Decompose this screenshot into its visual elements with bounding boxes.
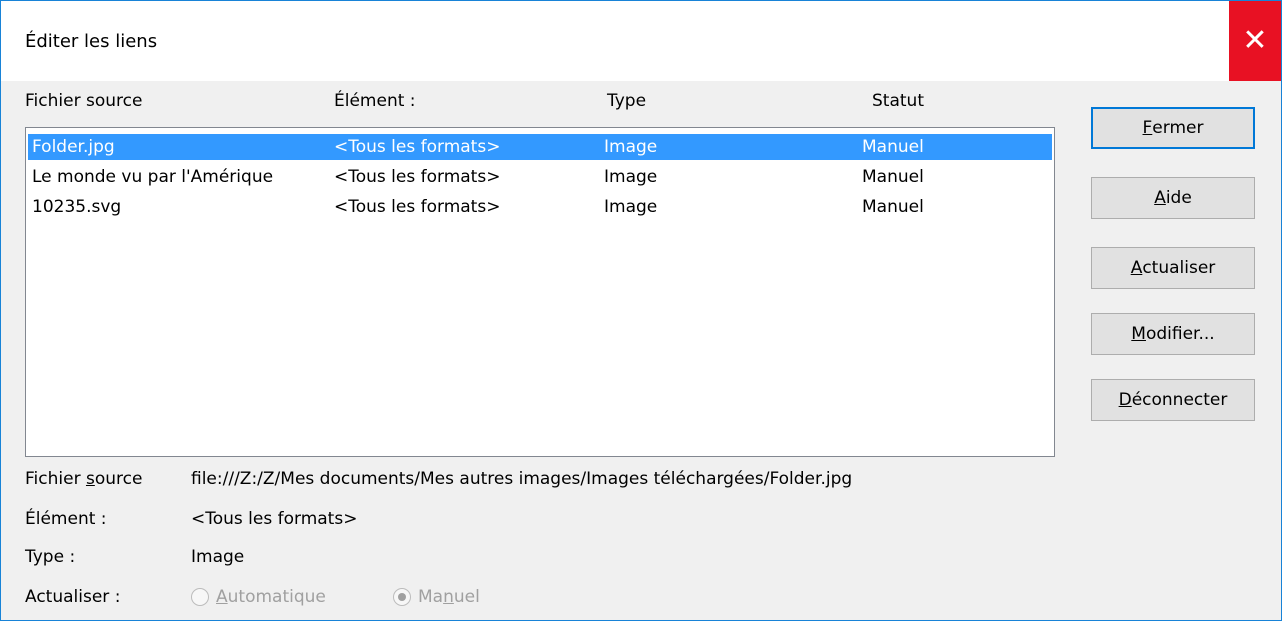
close-button-label: ermer (1152, 118, 1204, 138)
radio-manual-mnemonic: n (443, 587, 454, 607)
row-type: Image (604, 137, 658, 157)
update-button-label: ctualiser (1142, 258, 1216, 278)
list-row[interactable]: Le monde vu par l'Amérique <Tous les for… (28, 164, 1052, 190)
radio-automatic-label: utomatique (227, 587, 326, 607)
source-file-label: Fichier source (25, 469, 142, 489)
column-header-source[interactable]: Fichier source (25, 91, 142, 111)
row-source: 10235.svg (32, 197, 122, 217)
radio-selected-icon (393, 588, 411, 606)
column-header-type[interactable]: Type (607, 91, 646, 111)
row-status: Manuel (862, 197, 924, 217)
close-button[interactable]: Fermer (1091, 107, 1255, 149)
modify-button-label: odifier... (1145, 324, 1215, 344)
radio-manual-post: uel (453, 587, 480, 607)
list-row[interactable]: Folder.jpg <Tous les formats> Image Manu… (28, 134, 1052, 160)
radio-manual[interactable]: Ma n uel (393, 587, 480, 607)
row-status: Manuel (862, 167, 924, 187)
help-button-mnemonic: A (1154, 188, 1166, 208)
element-value: <Tous les formats> (191, 509, 358, 529)
row-source: Folder.jpg (32, 137, 115, 157)
source-file-label-post: ource (94, 469, 143, 489)
links-list[interactable]: Folder.jpg <Tous les formats> Image Manu… (25, 127, 1055, 457)
disconnect-button-label: éconnecter (1131, 390, 1228, 410)
help-button-label: ide (1165, 188, 1192, 208)
close-icon[interactable]: ✕ (1229, 1, 1281, 81)
modify-button-mnemonic: M (1131, 324, 1146, 344)
disconnect-button[interactable]: Déconnecter (1091, 379, 1255, 421)
column-header-element[interactable]: Élément : (334, 91, 416, 111)
type-label: Type : (25, 547, 76, 567)
update-mode-label: Actualiser : (25, 587, 121, 607)
list-row[interactable]: 10235.svg <Tous les formats> Image Manue… (28, 194, 1052, 220)
disconnect-button-mnemonic: D (1118, 390, 1132, 410)
column-header-status[interactable]: Statut (872, 91, 924, 111)
edit-links-dialog: Éditer les liens ✕ Fichier source Élémen… (0, 0, 1282, 621)
source-file-label-mnemonic: s (85, 469, 95, 489)
source-file-label-pre: Fichier (25, 469, 86, 489)
row-element: <Tous les formats> (334, 197, 501, 217)
radio-circle-icon (191, 588, 209, 606)
row-element: <Tous les formats> (334, 167, 501, 187)
row-status: Manuel (862, 137, 924, 157)
radio-automatic[interactable]: Automatique (191, 587, 326, 607)
row-type: Image (604, 197, 658, 217)
row-element: <Tous les formats> (334, 137, 501, 157)
source-file-value: file:///Z:/Z/Mes documents/Mes autres im… (191, 469, 853, 489)
dialog-title: Éditer les liens (25, 31, 158, 52)
title-bar: Éditer les liens ✕ (1, 1, 1281, 81)
modify-button[interactable]: Modifier... (1091, 313, 1255, 355)
radio-automatic-mnemonic: A (216, 587, 228, 607)
close-button-mnemonic: F (1142, 118, 1153, 138)
row-source: Le monde vu par l'Amérique (32, 167, 274, 187)
update-button[interactable]: Actualiser (1091, 247, 1255, 289)
row-type: Image (604, 167, 658, 187)
help-button[interactable]: Aide (1091, 177, 1255, 219)
element-label: Élément : (25, 509, 107, 529)
type-value: Image (191, 547, 245, 567)
radio-manual-pre: Ma (418, 587, 444, 607)
update-button-mnemonic: A (1130, 258, 1143, 278)
